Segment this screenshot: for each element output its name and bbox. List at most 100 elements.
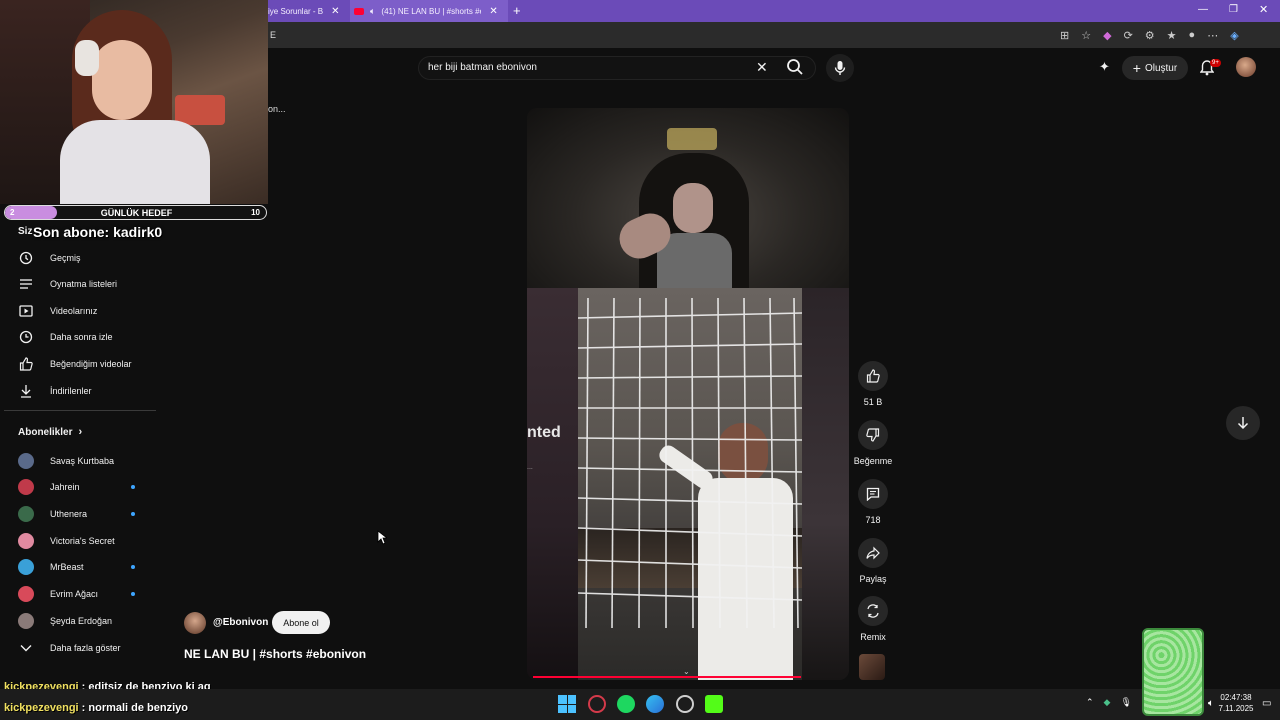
tab-label: iye Sorunlar - B [268, 6, 324, 16]
refresh-extension-icon[interactable]: ⟳ [1124, 29, 1133, 42]
headphone-icon [75, 40, 99, 76]
chat-username: kickpezevengi [4, 702, 79, 714]
like-count: 51 B [863, 397, 883, 407]
tray-app-icon[interactable]: ◆ [1104, 697, 1111, 708]
sidebar-show-more[interactable]: Daha fazla göster [18, 635, 158, 661]
minimize-icon[interactable]: — [1198, 4, 1208, 15]
sidebar-item-subscription[interactable]: Uthenera [18, 501, 158, 527]
apps-icon[interactable]: ⊞ [1060, 29, 1069, 42]
share-label: Paylaş [859, 574, 887, 584]
obs-icon[interactable] [676, 695, 694, 713]
sidebar-item-history[interactable]: Geçmiş [18, 245, 158, 271]
video-overlay-text: nted [527, 424, 561, 441]
notification-center-icon[interactable]: ▭ [1262, 698, 1271, 709]
url-text[interactable]: E [270, 30, 276, 40]
comment-icon [866, 487, 880, 501]
video-net [578, 298, 802, 628]
clock-date[interactable]: 7.11.2025 [1216, 704, 1256, 713]
copilot-icon[interactable]: ◈ [1230, 29, 1238, 42]
system-tray[interactable]: ⌃ ◆ 🎙︎ [1086, 697, 1132, 708]
gemini-icon[interactable]: ✦ [1099, 59, 1110, 75]
app-icon[interactable] [588, 695, 606, 713]
subscribe-button[interactable]: Abone ol [272, 611, 330, 634]
streamer-webcam [0, 0, 268, 204]
restore-icon[interactable]: ❐ [1229, 4, 1238, 15]
new-content-dot [131, 592, 135, 596]
channel-avatar [18, 479, 34, 495]
sidebar-item-subscription[interactable]: MrBeast [18, 554, 158, 580]
close-icon[interactable]: ✕ [331, 6, 339, 17]
sidebar-item-subscription[interactable]: Evrim Ağacı [18, 581, 158, 607]
sound-channel-thumbnail[interactable] [859, 654, 885, 680]
remix-button[interactable] [858, 596, 888, 626]
video-progress-bar[interactable] [533, 676, 801, 678]
volume-icon[interactable]: 🔈︎ [1208, 698, 1214, 709]
extension-icon[interactable]: ◆ [1103, 29, 1111, 42]
notification-badge: 9+ [1210, 59, 1221, 67]
tab-inactive[interactable]: iye Sorunlar - B ✕ [268, 0, 348, 22]
channel-avatar[interactable] [184, 612, 206, 634]
account-avatar[interactable] [1236, 57, 1256, 77]
next-short-button[interactable] [1226, 406, 1260, 440]
create-button[interactable]: + Oluştur [1122, 56, 1188, 80]
favorite-star-icon[interactable]: ☆ [1081, 29, 1091, 42]
sidebar-item-watch-later[interactable]: Daha sonra izle [18, 324, 158, 350]
dislike-button[interactable] [858, 420, 888, 450]
plus-icon: + [1132, 60, 1141, 76]
new-content-dot [131, 565, 135, 569]
subscriptions-heading[interactable]: Abonelikler › [18, 426, 82, 438]
favorites-icon[interactable]: ★ [1167, 29, 1177, 42]
clock-time[interactable]: 02:47:38 [1216, 693, 1256, 702]
clear-search-icon[interactable]: ✕ [756, 59, 768, 76]
mic-tray-icon[interactable]: 🎙︎ [1120, 697, 1131, 708]
start-icon[interactable] [558, 695, 576, 713]
like-button[interactable] [858, 361, 888, 391]
sidebar-item-downloads[interactable]: İndirilenler [18, 378, 158, 404]
voice-search-button[interactable] [826, 54, 854, 82]
new-tab-icon[interactable]: + [513, 3, 521, 18]
share-button[interactable] [858, 538, 888, 568]
sidebar-item-subscription[interactable]: Jahrein [18, 474, 158, 500]
new-content-dot [131, 512, 135, 516]
expand-chevron-icon[interactable]: ⌄ [683, 667, 690, 676]
sidebar-item-label: Oynatma listeleri [50, 279, 118, 289]
webcam-body [60, 120, 210, 204]
plant-pot-decoration [1142, 628, 1204, 716]
sidebar-item-subscription[interactable]: Savaş Kurtbaba [18, 448, 158, 474]
sidebar-item-playlists[interactable]: Oynatma listeleri [18, 271, 158, 297]
you-section-label[interactable]: Siz [18, 226, 32, 237]
tab-label: (41) NE LAN BU | #shorts #e [381, 6, 482, 16]
sidebar-item-label: Jahrein [50, 482, 80, 492]
search-value[interactable]: her biji batman ebonivon [428, 62, 537, 73]
extensions-icon[interactable]: ⚙ [1145, 29, 1155, 42]
playlist-icon [18, 276, 34, 292]
liked-icon [18, 356, 34, 372]
comments-button[interactable] [858, 479, 888, 509]
sidebar-item-label: Geçmiş [50, 253, 81, 263]
close-icon[interactable]: ✕ [489, 6, 497, 17]
more-icon[interactable]: ⋯ [1207, 29, 1218, 42]
tab-active[interactable]: 🔈︎ (41) NE LAN BU | #shorts #e ✕ [350, 0, 508, 22]
truncated-sidebar-text: on... [268, 104, 286, 114]
sidebar-item-label: Şeyda Erdoğan [50, 616, 113, 626]
video-title[interactable]: NE LAN BU | #shorts #ebonivon [184, 647, 366, 661]
video-blur-left [527, 288, 578, 680]
sidebar-item-subscription[interactable]: Victoria's Secret [18, 528, 158, 554]
kick-icon[interactable] [705, 695, 723, 713]
window-close-icon[interactable]: ✕ [1259, 3, 1268, 16]
sidebar-item-subscription[interactable]: Şeyda Erdoğan [18, 608, 158, 634]
sidebar-item-liked-videos[interactable]: Beğendiğim videolar [18, 351, 158, 377]
profile-icon[interactable]: ● [1189, 29, 1196, 42]
comment-count: 718 [865, 515, 881, 525]
shorts-video-player[interactable]: ⌄ [527, 108, 849, 680]
channel-avatar [18, 586, 34, 602]
channel-handle[interactable]: @Ebonivon [213, 617, 268, 628]
search-icon[interactable] [786, 58, 804, 76]
chevron-up-icon[interactable]: ⌃ [1086, 697, 1094, 708]
sidebar-item-label: Evrim Ağacı [50, 589, 99, 599]
last-subscriber-text: Son abone: kadirk0 [33, 224, 163, 240]
speaker-icon[interactable]: 🔈︎ [370, 6, 375, 17]
spotify-icon[interactable] [617, 695, 635, 713]
edge-icon[interactable] [646, 695, 664, 713]
sidebar-item-your-videos[interactable]: Videolarınız [18, 298, 158, 324]
